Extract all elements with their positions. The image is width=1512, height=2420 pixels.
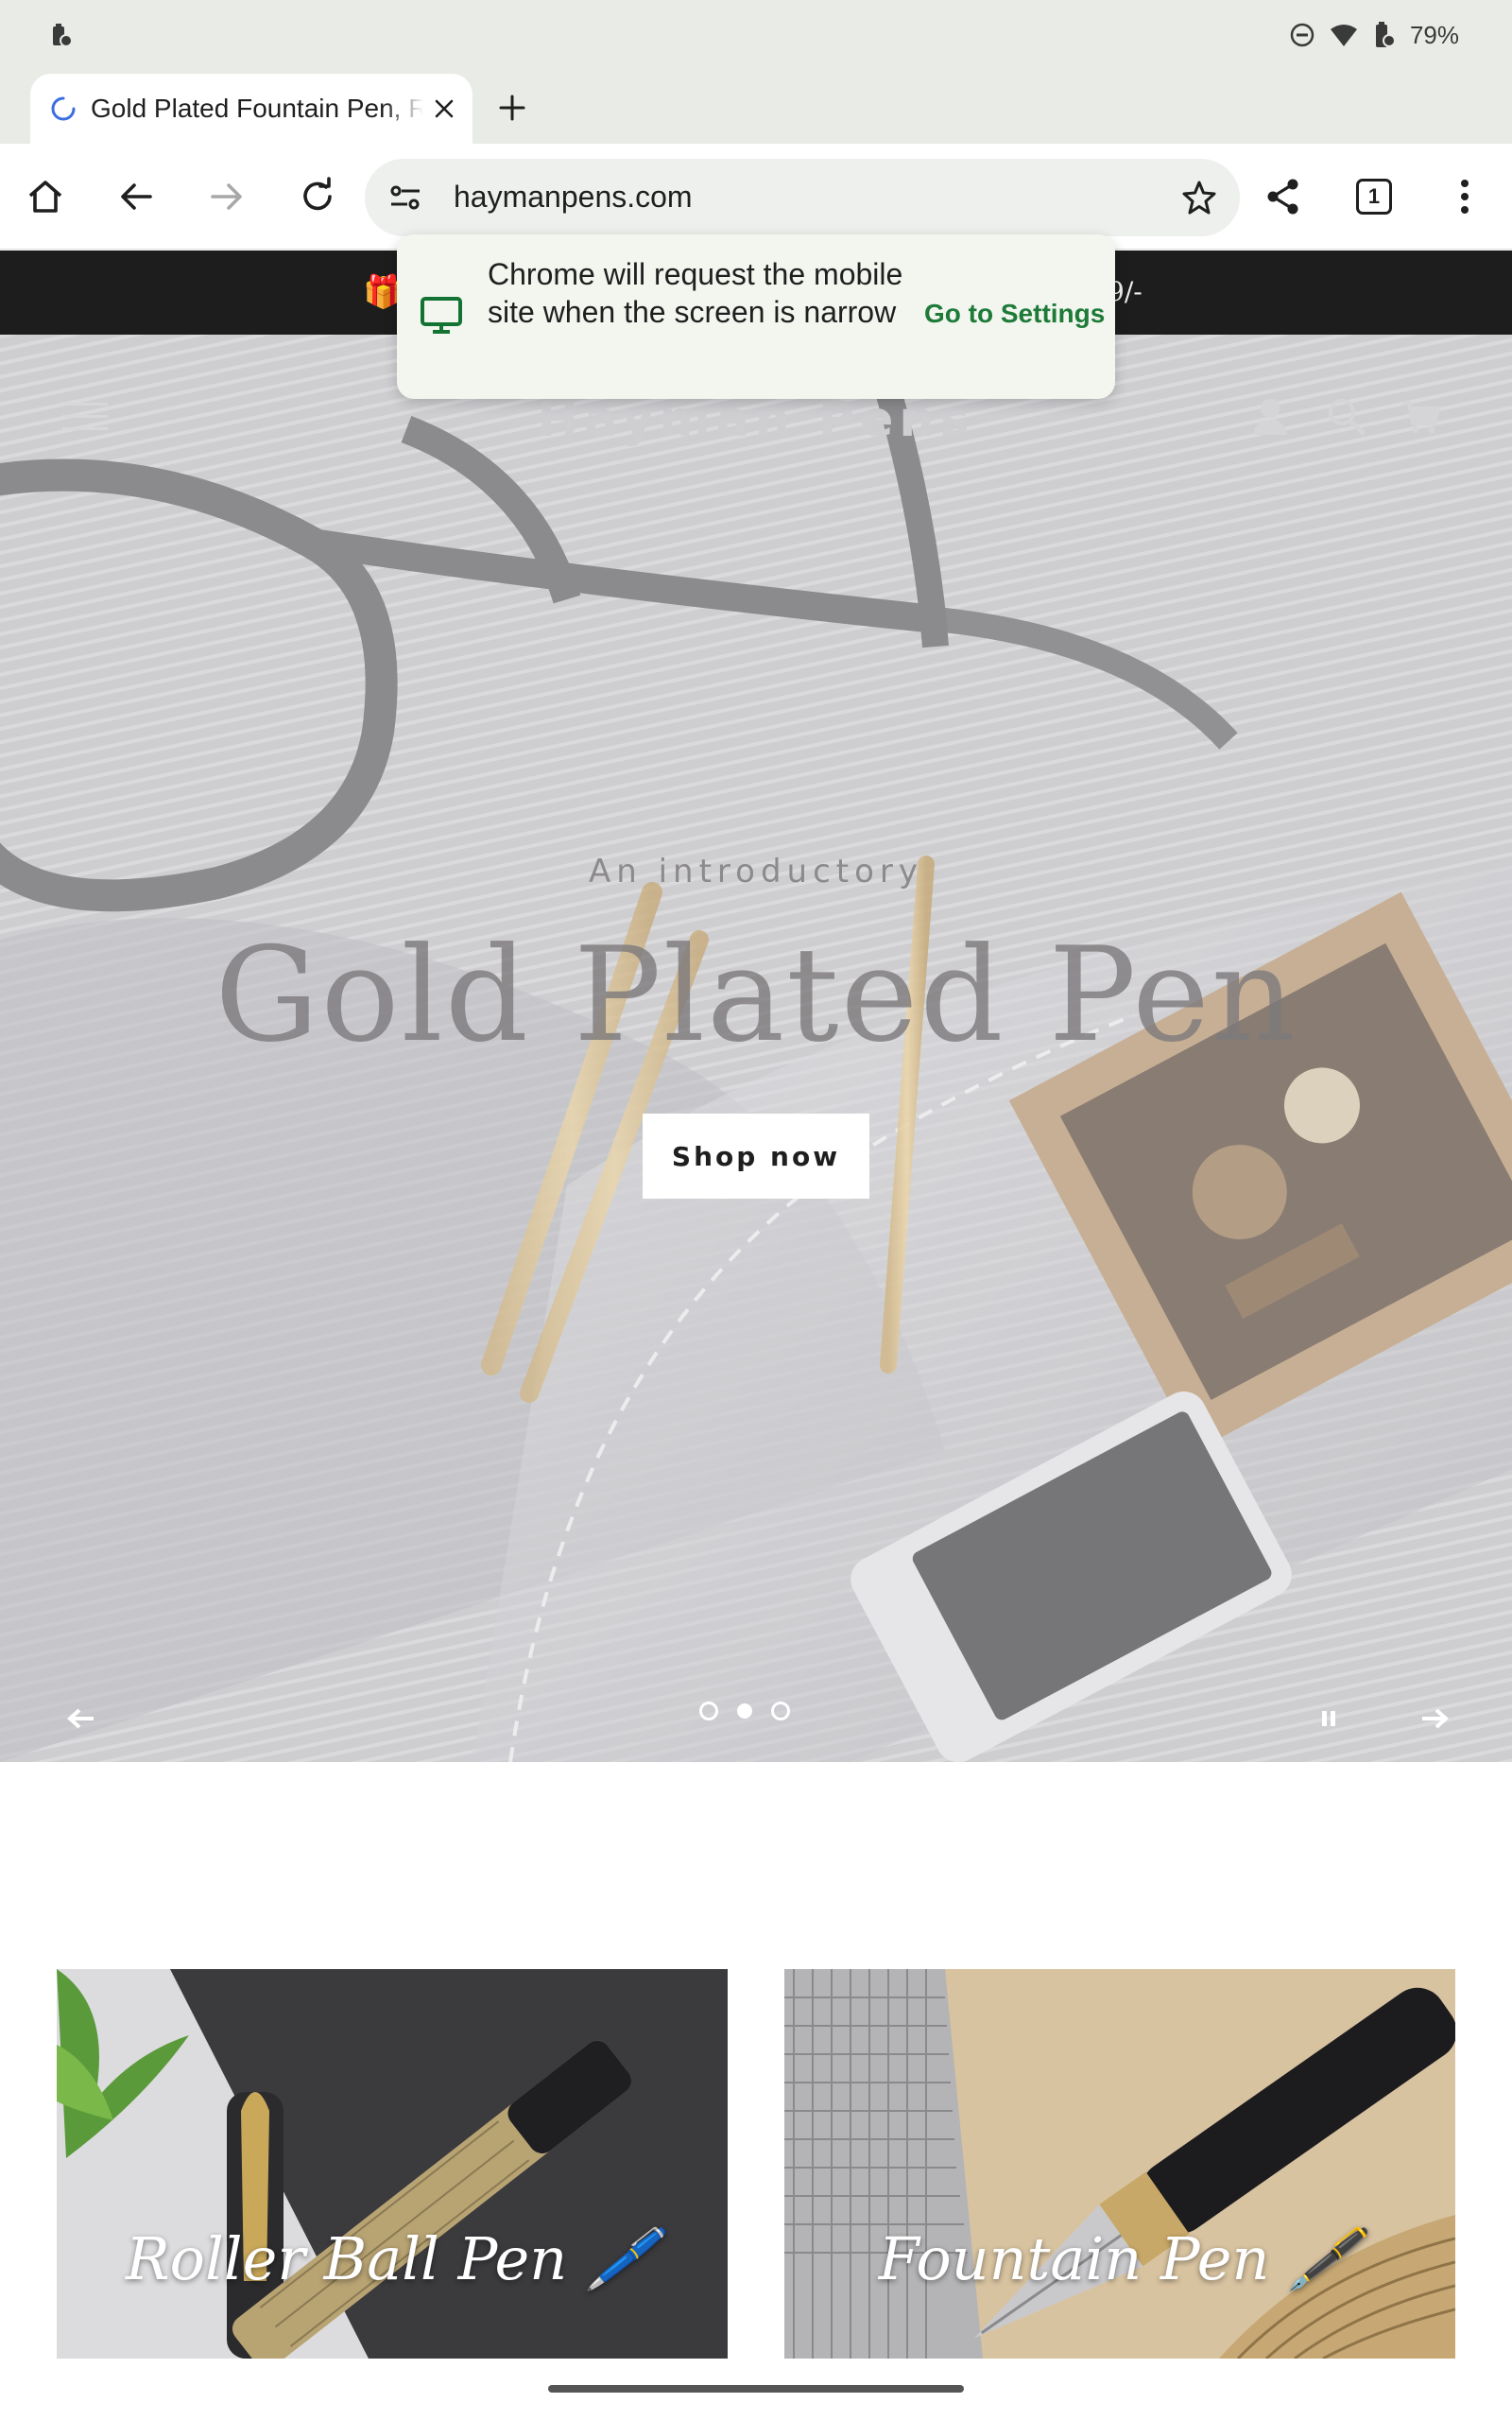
shop-now-button[interactable]: Shop now (643, 1114, 869, 1199)
battery-saver-icon (47, 23, 74, 49)
forward-button[interactable] (200, 170, 253, 223)
browser-tab[interactable]: Gold Plated Fountain Pen, R (30, 74, 472, 144)
next-slide-button[interactable] (1412, 1696, 1457, 1741)
slide-dot-2[interactable] (737, 1703, 752, 1719)
roller-ball-pen-image (57, 1969, 728, 2359)
url-text[interactable]: haymanpens.com (454, 180, 693, 215)
pause-slideshow-button[interactable] (1306, 1696, 1351, 1741)
account-icon[interactable] (1249, 395, 1291, 437)
reload-icon (303, 177, 332, 211)
status-bar: 79% (0, 0, 1512, 70)
wifi-icon (1329, 22, 1359, 48)
hero-slideshow: Hayman Pens An introductory Gold Plated … (0, 335, 1512, 1762)
tab-switcher-button[interactable]: 1 (1348, 170, 1400, 223)
arrow-left-icon (67, 1708, 94, 1729)
share-icon (1267, 179, 1298, 215)
cart-icon[interactable] (1400, 395, 1442, 437)
back-button[interactable] (110, 170, 163, 223)
desktop-site-popup: Chrome will request the mobile site when… (397, 234, 1115, 399)
hero-title: Gold Plated Pen (215, 919, 1297, 1071)
gesture-home-bar[interactable] (548, 2385, 964, 2393)
hero-kicker: An introductory (588, 853, 924, 890)
fountain-pen-image (784, 1969, 1455, 2359)
collection-roller-ball-pen[interactable]: Roller Ball Pen 🖊️ (57, 1969, 728, 2359)
tab-count: 1 (1356, 179, 1392, 215)
popup-message: Chrome will request the mobile site when… (488, 257, 903, 329)
menu-button[interactable] (1438, 170, 1491, 223)
reload-button[interactable] (291, 170, 344, 223)
home-icon (28, 181, 62, 213)
slide-dot-3[interactable] (771, 1702, 790, 1720)
tab-strip: Gold Plated Fountain Pen, R (0, 70, 1512, 144)
pause-icon (1322, 1711, 1335, 1726)
collection-fountain-pen[interactable]: Fountain Pen 🖋️ (784, 1969, 1455, 2359)
arrow-right-icon (1422, 1708, 1449, 1729)
share-button[interactable] (1257, 170, 1310, 223)
forward-arrow-icon (211, 183, 242, 210)
battery-icon (1372, 21, 1397, 49)
loading-spinner-icon (49, 95, 77, 123)
go-to-settings-link[interactable]: Go to Settings (924, 299, 1105, 329)
battery-percent: 79% (1409, 20, 1459, 49)
monitor-icon (420, 293, 463, 337)
slide-indicators (699, 1702, 790, 1720)
close-tab-icon[interactable] (425, 90, 463, 128)
address-bar[interactable]: haymanpens.com (365, 159, 1240, 236)
site-settings-icon[interactable] (386, 178, 425, 217)
back-arrow-icon (121, 183, 152, 210)
tab-title: Gold Plated Fountain Pen, R (91, 94, 423, 123)
home-button[interactable] (19, 170, 72, 223)
do-not-disturb-icon (1289, 22, 1315, 48)
collection-title: Roller Ball Pen 🖊️ (125, 2224, 660, 2293)
search-icon[interactable] (1325, 395, 1366, 437)
bookmark-star-icon[interactable] (1179, 178, 1219, 217)
new-tab-button[interactable] (490, 85, 535, 130)
collection-title: Fountain Pen 🖋️ (878, 2224, 1362, 2293)
previous-slide-button[interactable] (59, 1696, 104, 1741)
more-vertical-icon (1461, 180, 1469, 214)
slide-dot-1[interactable] (699, 1702, 718, 1720)
